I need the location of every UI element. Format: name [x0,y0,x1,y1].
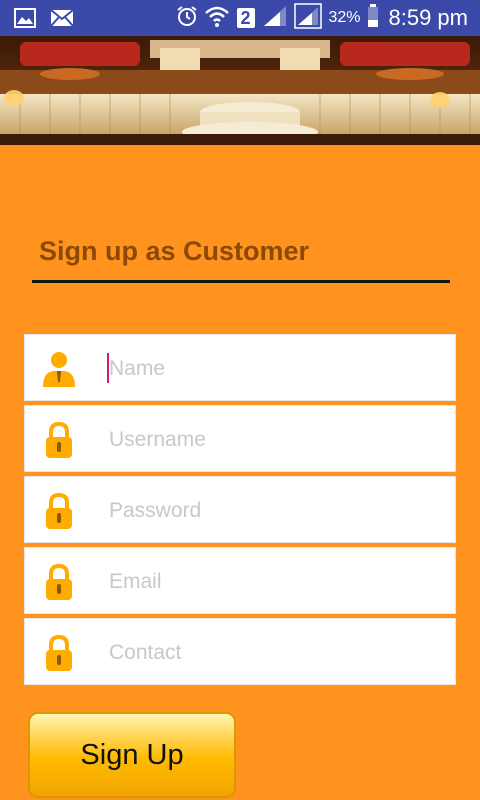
sim-slot-number: 2 [240,8,251,28]
alarm-icon [176,5,198,32]
lock-icon [41,634,77,671]
username-field[interactable] [24,405,456,472]
signup-button[interactable]: Sign Up [28,712,236,798]
wedding-stage-image [0,36,480,145]
text-cursor [107,353,109,383]
mail-icon [50,8,74,33]
password-field[interactable] [24,476,456,543]
status-bar: 2 32% 8:59 pm [0,0,480,36]
page-title: Sign up as Customer [39,236,310,266]
signup-button-label: Sign Up [80,738,184,771]
sim-2-icon: 2 [236,7,256,29]
password-input[interactable] [107,491,441,531]
signal-icon [262,4,288,33]
wifi-icon [204,4,230,33]
status-bar-right: 2 32% 8:59 pm [176,2,469,34]
email-input[interactable] [107,562,441,602]
contact-field[interactable] [24,618,456,685]
name-field[interactable] [24,334,456,401]
clock: 8:59 pm [388,5,469,30]
title-underline: Sign up as Customer [32,234,450,283]
username-input[interactable] [107,420,441,460]
battery-percent: 32% [328,9,361,26]
signup-form [24,334,456,689]
lock-icon [41,492,77,529]
lock-icon [41,421,77,458]
battery-icon [367,3,379,33]
gallery-icon [14,8,36,33]
contact-input[interactable] [107,633,441,673]
user-icon [41,351,77,387]
signal-icon [294,2,323,34]
email-field[interactable] [24,547,456,614]
lock-icon [41,563,77,600]
status-bar-left [14,8,74,33]
name-input[interactable] [107,349,441,389]
